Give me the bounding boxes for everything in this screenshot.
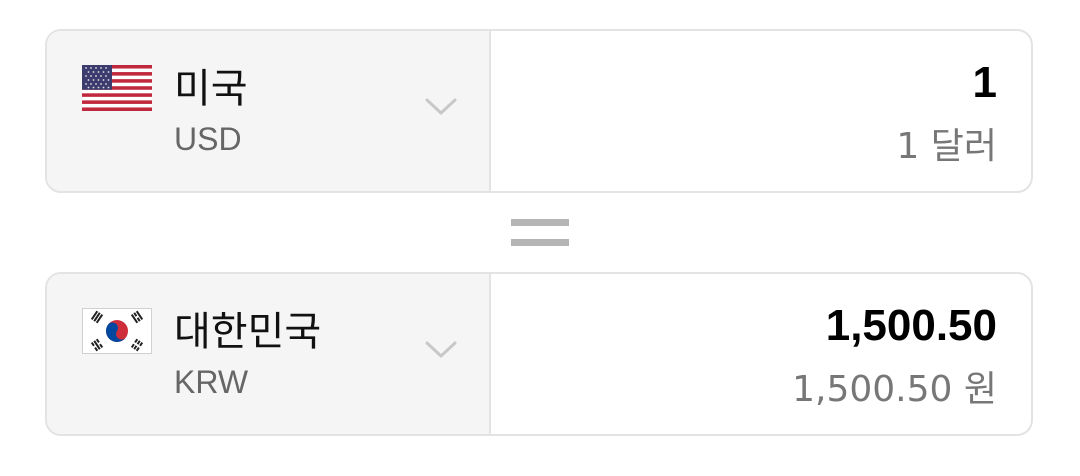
kr-flag-icon (82, 308, 152, 354)
equals-bar-bottom (511, 239, 569, 246)
from-currency-card: 미국 USD 1 1 달러 (45, 29, 1033, 193)
equals-icon (511, 219, 569, 247)
to-amount-input[interactable]: 1,500.50 1,500.50 원 (491, 274, 1031, 434)
from-amount-words: 1 달러 (896, 126, 997, 167)
equals-bar-top (511, 219, 569, 226)
us-flag-icon (82, 65, 152, 111)
from-amount-value: 1 (972, 58, 997, 107)
from-currency-selector[interactable]: 미국 USD (47, 31, 491, 191)
chevron-down-icon[interactable] (425, 340, 457, 360)
to-country-name: 대한민국 (174, 309, 322, 355)
from-amount-input[interactable]: 1 1 달러 (491, 31, 1031, 191)
to-currency-code: KRW (174, 364, 249, 400)
chevron-down-icon[interactable] (425, 97, 457, 117)
to-amount-words: 1,500.50 원 (792, 369, 997, 410)
from-country-name: 미국 (174, 66, 248, 112)
to-currency-selector[interactable]: 대한민국 KRW (47, 274, 491, 434)
to-amount-value: 1,500.50 (825, 301, 997, 350)
to-currency-card: 대한민국 KRW 1,500.50 1,500.50 원 (45, 272, 1033, 436)
from-currency-code: USD (174, 121, 242, 157)
